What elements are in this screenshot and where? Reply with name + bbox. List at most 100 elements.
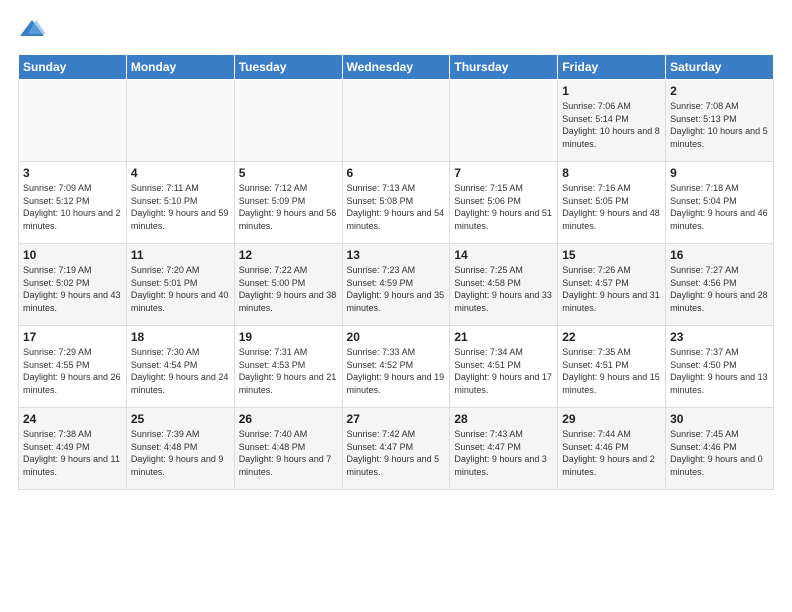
day-info: Sunrise: 7:39 AM Sunset: 4:48 PM Dayligh… [131,428,230,478]
calendar-cell: 21 Sunrise: 7:34 AM Sunset: 4:51 PM Dayli… [450,326,558,408]
weekday-header: Monday [126,55,234,80]
day-number: 28 [454,412,553,426]
calendar-cell: 22Sunrise: 7:35 AM Sunset: 4:51 PM Dayli… [558,326,666,408]
day-number: 8 [562,166,661,180]
day-number: 11 [131,248,230,262]
day-number: 13 [347,248,446,262]
day-number: 21 [454,330,553,344]
calendar-week-row: 17 Sunrise: 7:29 AM Sunset: 4:55 PM Dayli… [19,326,774,408]
weekday-header: Wednesday [342,55,450,80]
calendar-week-row: 10 Sunrise: 7:19 AM Sunset: 5:02 PM Dayli… [19,244,774,326]
day-info: Sunrise: 7:15 AM Sunset: 5:06 PM Dayligh… [454,182,553,232]
weekday-header: Friday [558,55,666,80]
day-number: 15 [562,248,661,262]
day-number: 27 [347,412,446,426]
calendar-header-row: SundayMondayTuesdayWednesdayThursdayFrid… [19,55,774,80]
day-number: 20 [347,330,446,344]
calendar-cell [126,80,234,162]
calendar-cell: 18Sunrise: 7:30 AM Sunset: 4:54 PM Dayli… [126,326,234,408]
calendar-cell: 27 Sunrise: 7:42 AM Sunset: 4:47 PM Dayli… [342,408,450,490]
calendar-cell: 6 Sunrise: 7:13 AM Sunset: 5:08 PM Daylig… [342,162,450,244]
day-number: 5 [239,166,338,180]
day-number: 17 [23,330,122,344]
day-number: 9 [670,166,769,180]
logo-icon [18,16,46,44]
day-info: Sunrise: 7:19 AM Sunset: 5:02 PM Dayligh… [23,264,122,314]
calendar-cell: 5 Sunrise: 7:12 AM Sunset: 5:09 PM Daylig… [234,162,342,244]
day-info: Sunrise: 7:25 AM Sunset: 4:58 PM Dayligh… [454,264,553,314]
calendar-cell [19,80,127,162]
day-info: Sunrise: 7:08 AM Sunset: 5:13 PM Dayligh… [670,100,769,150]
day-info: Sunrise: 7:38 AM Sunset: 4:49 PM Dayligh… [23,428,122,478]
day-info: Sunrise: 7:20 AM Sunset: 5:01 PM Dayligh… [131,264,230,314]
calendar-cell: 16Sunrise: 7:27 AM Sunset: 4:56 PM Dayli… [666,244,774,326]
logo [18,16,50,44]
calendar-cell: 15Sunrise: 7:26 AM Sunset: 4:57 PM Dayli… [558,244,666,326]
calendar-cell: 9 Sunrise: 7:18 AM Sunset: 5:04 PM Daylig… [666,162,774,244]
day-info: Sunrise: 7:18 AM Sunset: 5:04 PM Dayligh… [670,182,769,232]
day-number: 26 [239,412,338,426]
day-info: Sunrise: 7:33 AM Sunset: 4:52 PM Dayligh… [347,346,446,396]
day-number: 6 [347,166,446,180]
calendar-cell [450,80,558,162]
calendar-cell: 20 Sunrise: 7:33 AM Sunset: 4:52 PM Dayli… [342,326,450,408]
day-info: Sunrise: 7:42 AM Sunset: 4:47 PM Dayligh… [347,428,446,478]
calendar-cell: 1Sunrise: 7:06 AM Sunset: 5:14 PM Daylig… [558,80,666,162]
calendar-cell: 2 Sunrise: 7:08 AM Sunset: 5:13 PM Daylig… [666,80,774,162]
day-number: 14 [454,248,553,262]
day-info: Sunrise: 7:43 AM Sunset: 4:47 PM Dayligh… [454,428,553,478]
day-number: 25 [131,412,230,426]
day-info: Sunrise: 7:31 AM Sunset: 4:53 PM Dayligh… [239,346,338,396]
day-number: 23 [670,330,769,344]
day-info: Sunrise: 7:23 AM Sunset: 4:59 PM Dayligh… [347,264,446,314]
calendar-cell: 23 Sunrise: 7:37 AM Sunset: 4:50 PM Dayli… [666,326,774,408]
calendar-cell: 7Sunrise: 7:15 AM Sunset: 5:06 PM Daylig… [450,162,558,244]
day-number: 24 [23,412,122,426]
calendar-cell: 29 Sunrise: 7:44 AM Sunset: 4:46 PM Dayli… [558,408,666,490]
day-info: Sunrise: 7:40 AM Sunset: 4:48 PM Dayligh… [239,428,338,478]
day-number: 2 [670,84,769,98]
calendar-cell: 12Sunrise: 7:22 AM Sunset: 5:00 PM Dayli… [234,244,342,326]
weekday-header: Sunday [19,55,127,80]
calendar-cell: 25 Sunrise: 7:39 AM Sunset: 4:48 PM Dayli… [126,408,234,490]
day-info: Sunrise: 7:34 AM Sunset: 4:51 PM Dayligh… [454,346,553,396]
calendar-week-row: 3 Sunrise: 7:09 AM Sunset: 5:12 PM Daylig… [19,162,774,244]
calendar-cell: 17 Sunrise: 7:29 AM Sunset: 4:55 PM Dayli… [19,326,127,408]
weekday-header: Saturday [666,55,774,80]
page: SundayMondayTuesdayWednesdayThursdayFrid… [0,0,792,500]
day-info: Sunrise: 7:13 AM Sunset: 5:08 PM Dayligh… [347,182,446,232]
day-number: 30 [670,412,769,426]
day-info: Sunrise: 7:44 AM Sunset: 4:46 PM Dayligh… [562,428,661,478]
calendar-cell: 30 Sunrise: 7:45 AM Sunset: 4:46 PM Dayli… [666,408,774,490]
day-info: Sunrise: 7:09 AM Sunset: 5:12 PM Dayligh… [23,182,122,232]
day-number: 18 [131,330,230,344]
day-info: Sunrise: 7:12 AM Sunset: 5:09 PM Dayligh… [239,182,338,232]
calendar-cell: 3 Sunrise: 7:09 AM Sunset: 5:12 PM Daylig… [19,162,127,244]
day-number: 22 [562,330,661,344]
day-number: 1 [562,84,661,98]
weekday-header: Thursday [450,55,558,80]
day-number: 10 [23,248,122,262]
calendar-cell: 4 Sunrise: 7:11 AM Sunset: 5:10 PM Daylig… [126,162,234,244]
calendar-cell: 19Sunrise: 7:31 AM Sunset: 4:53 PM Dayli… [234,326,342,408]
calendar-cell [342,80,450,162]
calendar: SundayMondayTuesdayWednesdayThursdayFrid… [18,54,774,490]
calendar-week-row: 1Sunrise: 7:06 AM Sunset: 5:14 PM Daylig… [19,80,774,162]
calendar-cell: 24 Sunrise: 7:38 AM Sunset: 4:49 PM Dayli… [19,408,127,490]
day-number: 29 [562,412,661,426]
calendar-cell: 11 Sunrise: 7:20 AM Sunset: 5:01 PM Dayli… [126,244,234,326]
day-info: Sunrise: 7:22 AM Sunset: 5:00 PM Dayligh… [239,264,338,314]
day-number: 3 [23,166,122,180]
day-number: 4 [131,166,230,180]
day-info: Sunrise: 7:29 AM Sunset: 4:55 PM Dayligh… [23,346,122,396]
day-info: Sunrise: 7:45 AM Sunset: 4:46 PM Dayligh… [670,428,769,478]
day-info: Sunrise: 7:11 AM Sunset: 5:10 PM Dayligh… [131,182,230,232]
day-info: Sunrise: 7:37 AM Sunset: 4:50 PM Dayligh… [670,346,769,396]
calendar-cell: 26 Sunrise: 7:40 AM Sunset: 4:48 PM Dayli… [234,408,342,490]
day-info: Sunrise: 7:16 AM Sunset: 5:05 PM Dayligh… [562,182,661,232]
header [18,16,774,44]
calendar-cell: 10 Sunrise: 7:19 AM Sunset: 5:02 PM Dayli… [19,244,127,326]
calendar-week-row: 24 Sunrise: 7:38 AM Sunset: 4:49 PM Dayli… [19,408,774,490]
calendar-cell: 13 Sunrise: 7:23 AM Sunset: 4:59 PM Dayli… [342,244,450,326]
day-number: 16 [670,248,769,262]
